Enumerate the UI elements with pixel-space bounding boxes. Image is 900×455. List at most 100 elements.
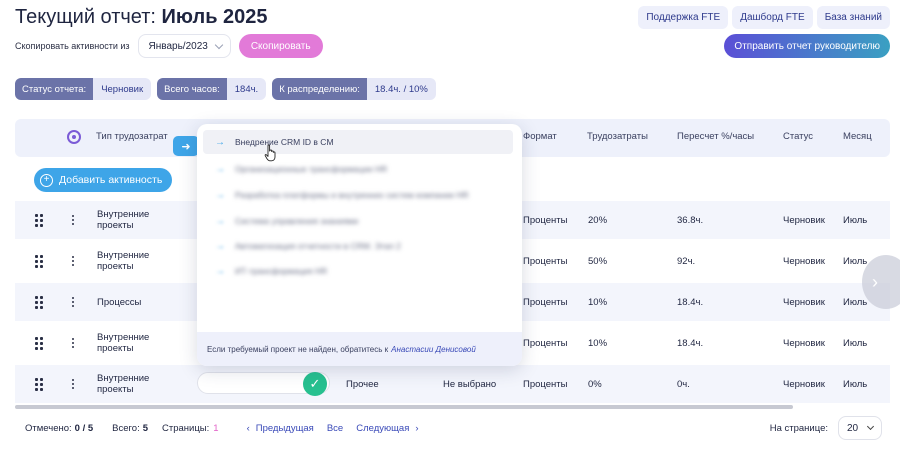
total-value: 5 bbox=[142, 423, 149, 434]
row-menu-icon[interactable] bbox=[71, 365, 75, 403]
drag-handle-icon[interactable] bbox=[35, 201, 45, 239]
per-page-select[interactable]: 20 bbox=[838, 416, 882, 440]
row-format: Проценты bbox=[523, 214, 568, 226]
current-page[interactable]: 1 bbox=[213, 423, 218, 434]
hand-cursor-icon bbox=[264, 144, 276, 162]
col-format[interactable]: Формат bbox=[523, 131, 557, 142]
send-report-button[interactable]: Отправить отчет руководителю bbox=[724, 34, 890, 58]
distribute-label: К распределению: bbox=[272, 78, 367, 100]
drag-handle-icon[interactable] bbox=[35, 324, 45, 362]
row-format: Проценты bbox=[523, 296, 568, 308]
gear-icon[interactable] bbox=[67, 130, 81, 144]
row-month: Июль bbox=[843, 378, 868, 390]
selected-value: 0 / 5 bbox=[74, 423, 94, 434]
total-label: Всего: bbox=[112, 423, 140, 434]
row-type: Внутренние проекты bbox=[97, 250, 150, 272]
col-effort[interactable]: Трудозатраты bbox=[587, 131, 648, 142]
dropdown-footer: Если требуемый проект не найден, обратит… bbox=[197, 332, 522, 366]
row-effort[interactable]: 10% bbox=[588, 283, 607, 321]
drag-handle-icon[interactable] bbox=[35, 283, 45, 321]
row-status: Черновик bbox=[783, 337, 825, 349]
check-icon[interactable]: ✓ bbox=[303, 372, 327, 396]
distribute-value: 18.4ч. / 10% bbox=[366, 78, 436, 100]
row-status: Черновик bbox=[783, 378, 825, 390]
arrow-right-icon: → bbox=[215, 265, 225, 277]
horizontal-scrollbar[interactable] bbox=[15, 405, 793, 409]
link-fte-support[interactable]: Поддержка FTE bbox=[638, 6, 729, 29]
dropdown-option[interactable]: → Разработка платформы и внутренних сист… bbox=[203, 183, 513, 207]
arrow-right-icon: → bbox=[215, 189, 225, 201]
row-menu-icon[interactable] bbox=[71, 242, 75, 280]
row-status: Черновик bbox=[783, 255, 825, 267]
dropdown-option[interactable]: → Автоматизация отчетности в CRM. Этап 2 bbox=[203, 234, 513, 258]
col-type[interactable]: Тип трудозатрат bbox=[96, 131, 168, 142]
row-project[interactable]: Прочее bbox=[346, 365, 379, 403]
per-page-control: На странице: 20 bbox=[770, 416, 882, 440]
dropdown-option[interactable]: → Система управления знаниями bbox=[203, 209, 513, 233]
drag-handle-icon[interactable] bbox=[35, 365, 45, 403]
arrow-right-icon: → bbox=[215, 163, 225, 175]
chevron-left-icon[interactable]: ‹ bbox=[247, 423, 250, 434]
row-effort[interactable]: 50% bbox=[588, 242, 607, 280]
row-recalc: 18.4ч. bbox=[677, 296, 704, 308]
status-badge: Статус отчета: Черновик bbox=[15, 78, 152, 100]
row-format: Проценты bbox=[523, 255, 568, 267]
page-title: Текущий отчет: Июль 2025 bbox=[15, 6, 268, 28]
row-month: Июль bbox=[843, 214, 868, 226]
link-knowledge-base[interactable]: База знаний bbox=[816, 6, 890, 29]
hours-value: 184ч. bbox=[226, 78, 267, 100]
row-type: Внутренние проекты bbox=[97, 332, 150, 354]
add-activity-label: Добавить активность bbox=[59, 174, 163, 186]
row-menu-icon[interactable] bbox=[71, 324, 75, 362]
copy-month-value: Январь/2023 bbox=[148, 40, 208, 52]
copy-month-select[interactable]: Январь/2023 bbox=[137, 34, 231, 58]
row-effort[interactable]: 20% bbox=[588, 201, 607, 239]
row-month: Июль bbox=[843, 337, 868, 349]
copy-button[interactable]: Скопировать bbox=[238, 34, 323, 58]
col-status[interactable]: Статус bbox=[783, 131, 813, 142]
dropdown-footer-text: Если требуемый проект не найден, обратит… bbox=[207, 344, 389, 354]
plus-icon: + bbox=[40, 173, 53, 187]
per-page-label: На странице: bbox=[769, 422, 828, 434]
next-page-link[interactable]: Следующая bbox=[356, 423, 409, 434]
dropdown-option[interactable]: → Организационные трансформации HR bbox=[203, 157, 513, 181]
status-value: Черновик bbox=[93, 78, 152, 100]
copy-label: Скопировать активности из bbox=[15, 41, 130, 51]
row-category[interactable]: Не выбрано bbox=[443, 365, 496, 403]
row-menu-icon[interactable] bbox=[71, 283, 75, 321]
report-month: Июль 2025 bbox=[161, 6, 268, 28]
chevron-down-icon bbox=[866, 422, 875, 431]
row-status: Черновик bbox=[783, 214, 825, 226]
all-pages-link[interactable]: Все bbox=[327, 423, 343, 434]
add-activity-button[interactable]: + Добавить активность bbox=[34, 168, 173, 192]
contact-link[interactable]: Анастасии Денисовой bbox=[391, 345, 476, 354]
row-format: Проценты bbox=[523, 378, 568, 390]
row-effort[interactable]: 10% bbox=[588, 324, 607, 362]
row-format: Проценты bbox=[523, 337, 568, 349]
row-recalc: 92ч. bbox=[677, 255, 696, 267]
chevron-down-icon bbox=[214, 40, 224, 49]
table-row: Внутренние проекты Прочее Не выбрано Про… bbox=[15, 365, 890, 403]
link-fte-dashboard[interactable]: Дашборд FTE bbox=[732, 6, 813, 29]
row-menu-icon[interactable] bbox=[71, 201, 75, 239]
col-recalc[interactable]: Пересчет %/часы bbox=[677, 131, 754, 142]
row-recalc: 0ч. bbox=[677, 378, 690, 390]
arrow-right-icon: → bbox=[215, 240, 225, 252]
pages-label: Страницы: bbox=[162, 423, 210, 434]
dropdown-option[interactable]: → Внедрение CRM ID в CM bbox=[203, 130, 513, 154]
row-status: Черновик bbox=[783, 296, 825, 308]
prev-page-link[interactable]: Предыдущая bbox=[256, 423, 314, 434]
chevron-right-icon[interactable]: › bbox=[415, 423, 418, 434]
distribute-badge: К распределению: 18.4ч. / 10% bbox=[272, 78, 436, 100]
selected-label: Отмечено: bbox=[25, 423, 72, 434]
hours-label: Всего часов: bbox=[157, 78, 227, 100]
drag-handle-icon[interactable] bbox=[35, 242, 45, 280]
row-recalc: 36.8ч. bbox=[677, 214, 704, 226]
report-stats: Статус отчета: Черновик Всего часов: 184… bbox=[15, 78, 436, 100]
row-effort[interactable]: 0% bbox=[588, 365, 602, 403]
status-label: Статус отчета: bbox=[15, 78, 94, 100]
row-type: Процессы bbox=[97, 296, 142, 308]
arrow-right-icon[interactable]: ➜ bbox=[173, 136, 199, 156]
col-month[interactable]: Месяц bbox=[843, 131, 872, 142]
dropdown-option[interactable]: → ИТ-трансформация HR bbox=[203, 259, 513, 283]
